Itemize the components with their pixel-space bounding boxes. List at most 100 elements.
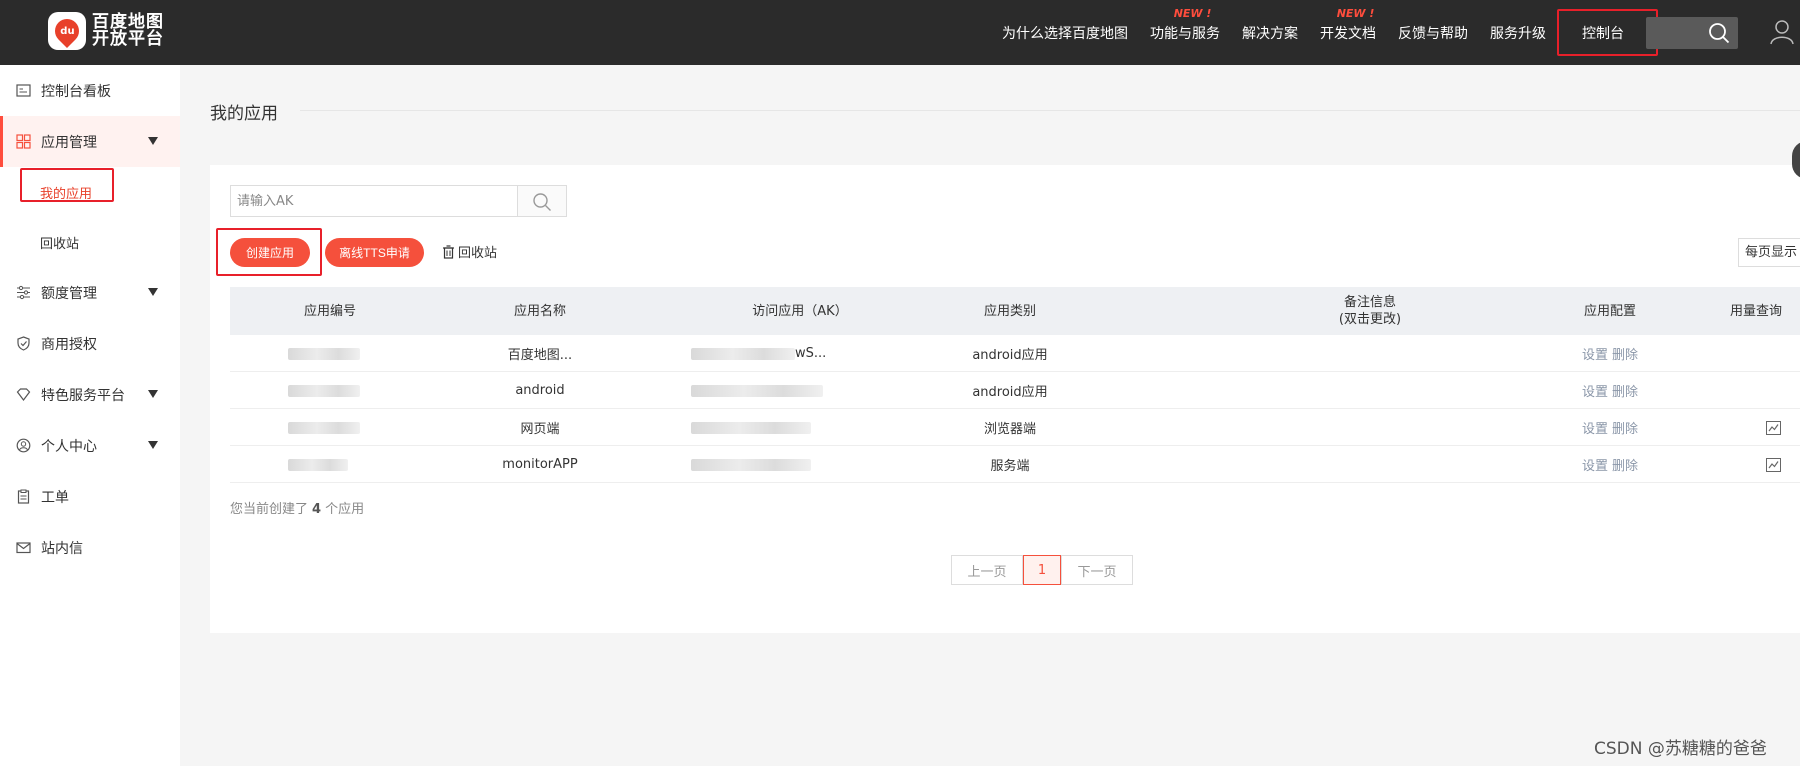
search-icon (533, 193, 551, 211)
category-cell: android应用 (972, 385, 1048, 400)
logo-line-2: 开放平台 (92, 29, 164, 49)
nav-feedback[interactable]: 反馈与帮助 (1398, 23, 1468, 43)
th-remarks-line1: 备注信息 (1343, 295, 1396, 310)
my-apps-highlight-box (20, 168, 114, 202)
sidebar-item-tickets[interactable]: 工单 (0, 471, 180, 522)
sidebar-item-app-management[interactable]: 应用管理 (0, 116, 180, 167)
recycle-bin-link[interactable]: 回收站 (442, 242, 497, 261)
nav-why-baidu[interactable]: 为什么选择百度地图 (1002, 23, 1128, 43)
table-row: monitorAPP 服务端 设置 删除 (230, 446, 1800, 483)
nav-label: 开发文档 (1320, 25, 1376, 42)
redacted-value (288, 384, 360, 397)
redacted-value (288, 458, 348, 471)
settings-link[interactable]: 设置 (1582, 344, 1608, 363)
shield-check-icon (17, 336, 30, 351)
total-prefix: 您当前创建了 (230, 502, 309, 517)
settings-link[interactable]: 设置 (1582, 418, 1608, 437)
sidebar-item-label: 控制台看板 (41, 83, 111, 100)
table-row: android android应用 设置 删除 (230, 372, 1800, 409)
ak-search-button[interactable] (517, 185, 567, 217)
logo-badge: du (48, 12, 86, 50)
redacted-value (288, 347, 360, 360)
ak-search-input[interactable] (230, 185, 518, 217)
nav-label: 为什么选择百度地图 (1002, 25, 1128, 42)
usage-cell (1763, 446, 1783, 483)
logo-text: 百度地图 开放平台 (92, 14, 164, 48)
search-icon[interactable] (1708, 22, 1730, 44)
mail-icon (16, 542, 31, 554)
app-id-cell (288, 446, 348, 483)
nav-features[interactable]: NEW ! 功能与服务 (1150, 7, 1220, 43)
page-1-button[interactable]: 1 (1023, 555, 1061, 585)
logo-badge-text: du (59, 25, 75, 37)
sidebar-item-label: 应用管理 (41, 134, 97, 151)
sidebar-item-quota[interactable]: 额度管理 (0, 267, 180, 318)
sidebar: 控制台看板 应用管理 我的应用 回收站 额度管理 商用授权 特色服务平台 个人中… (0, 65, 180, 766)
page-title: 我的应用 (210, 104, 278, 124)
delete-link[interactable]: 删除 (1612, 344, 1638, 363)
settings-link[interactable]: 设置 (1582, 381, 1608, 400)
sidebar-item-messages[interactable]: 站内信 (0, 522, 180, 573)
nav-dev-docs[interactable]: NEW ! 开发文档 (1320, 7, 1376, 43)
category-cell: 服务端 (990, 459, 1030, 474)
next-page-button[interactable]: 下一页 (1061, 555, 1133, 585)
top-nav-bar: du 百度地图 开放平台 为什么选择百度地图 NEW ! 功能与服务 解决方案 N… (0, 0, 1800, 65)
ak-cell (691, 409, 831, 446)
category-cell: 浏览器端 (983, 422, 1036, 437)
delete-link[interactable]: 删除 (1612, 455, 1638, 474)
apps-card: 创建应用 离线TTS申请 回收站 每页显示 应用编号 应用名称 访问应用（AK）… (210, 165, 1800, 633)
caret-down-icon (148, 137, 158, 145)
watermark: CSDN @苏糖糖的爸爸 (1594, 739, 1767, 759)
sidebar-item-personal-center[interactable]: 个人中心 (0, 420, 180, 471)
nav-label: 功能与服务 (1150, 25, 1220, 42)
title-divider (300, 110, 1800, 111)
config-cell: 设置 删除 (1560, 409, 1660, 446)
caret-down-icon (148, 390, 158, 398)
create-app-highlight-box (216, 228, 322, 276)
config-cell: 设置 删除 (1560, 372, 1660, 409)
th-category: 应用类别 (983, 303, 1036, 319)
table-row: 网页端 浏览器端 设置 删除 (230, 409, 1800, 446)
caret-down-icon (148, 441, 158, 449)
settings-link[interactable]: 设置 (1582, 455, 1608, 474)
th-app-id: 应用编号 (303, 303, 356, 319)
table-row: 百度地图... wS... android应用 设置 删除 (230, 335, 1800, 372)
prev-page-button[interactable]: 上一页 (951, 555, 1023, 585)
nav-solutions[interactable]: 解决方案 (1242, 23, 1298, 43)
sidebar-item-dashboard[interactable]: 控制台看板 (0, 65, 180, 116)
sidebar-item-commercial-license[interactable]: 商用授权 (0, 318, 180, 369)
ak-suffix: wS... (795, 346, 827, 361)
app-name-cell: android (515, 383, 565, 398)
header-search[interactable] (1646, 17, 1738, 49)
trash-icon (443, 244, 454, 259)
pagination: 上一页 1 下一页 (951, 555, 1133, 585)
app-count-summary: 您当前创建了 4 个应用 (230, 498, 364, 517)
sidebar-item-featured-services[interactable]: 特色服务平台 (0, 369, 180, 420)
page-size-select[interactable]: 每页显示 (1738, 238, 1800, 267)
dashboard-icon (16, 84, 31, 97)
caret-down-icon (148, 288, 158, 296)
sidebar-item-label: 工单 (41, 489, 69, 506)
app-id-cell (288, 372, 360, 409)
th-remarks-line2: (双击更改) (1338, 312, 1402, 327)
ak-cell: wS... (691, 335, 831, 372)
th-ak: 访问应用（AK） (752, 303, 848, 319)
grid-icon (16, 134, 31, 149)
redacted-value (691, 347, 795, 360)
usage-chart-icon[interactable] (1765, 420, 1781, 435)
category-cell: android应用 (972, 348, 1048, 363)
sidebar-item-recycle-bin[interactable]: 回收站 (0, 217, 180, 267)
new-badge: NEW ! (1173, 6, 1212, 20)
sidebar-item-label: 回收站 (40, 236, 80, 252)
nav-upgrade[interactable]: 服务升级 (1490, 23, 1546, 43)
config-cell: 设置 删除 (1560, 335, 1660, 372)
redacted-value (691, 421, 811, 434)
console-highlight-box (1557, 9, 1658, 56)
offline-tts-apply-button[interactable]: 离线TTS申请 (325, 238, 424, 267)
user-icon[interactable] (1770, 19, 1794, 45)
usage-chart-icon[interactable] (1765, 457, 1781, 472)
app-name-cell: 网页端 (520, 422, 560, 437)
delete-link[interactable]: 删除 (1612, 381, 1638, 400)
baidu-map-logo[interactable]: du 百度地图 开放平台 (48, 12, 164, 50)
delete-link[interactable]: 删除 (1612, 418, 1638, 437)
